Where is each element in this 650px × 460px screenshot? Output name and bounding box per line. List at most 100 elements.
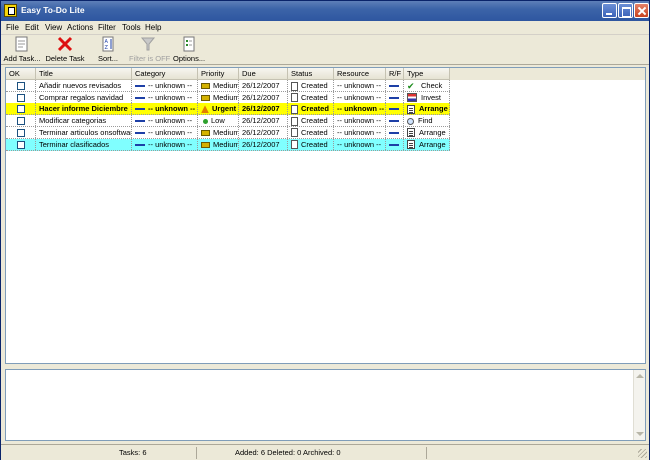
task-title-cell[interactable]: Hacer informe Diciembre <box>36 103 132 115</box>
task-status-cell[interactable]: Created <box>288 103 334 115</box>
task-priority-cell[interactable]: Urgent <box>198 103 239 115</box>
task-due-cell[interactable]: 26/12/2007 <box>239 115 288 127</box>
column-due[interactable]: Due <box>239 68 288 80</box>
task-ok-cell[interactable] <box>6 91 36 103</box>
task-title-cell[interactable]: Modificar categorias <box>36 115 132 127</box>
close-button[interactable] <box>634 3 649 18</box>
column-type[interactable]: Type <box>404 68 450 80</box>
task-ok-cell[interactable] <box>6 126 36 138</box>
resize-grip-icon[interactable] <box>638 449 647 458</box>
task-type-cell[interactable]: Invest <box>404 91 450 103</box>
notes-scrollbar[interactable] <box>633 370 645 440</box>
delete-task-button[interactable]: Delete Task <box>45 36 85 64</box>
task-resource-cell[interactable]: -- unknown -- <box>334 91 386 103</box>
task-due-cell[interactable]: 26/12/2007 <box>239 80 288 91</box>
notes-area[interactable] <box>5 369 646 441</box>
options-button[interactable]: Options... <box>173 36 205 64</box>
done-checkbox[interactable] <box>17 117 25 126</box>
task-due-cell[interactable]: 26/12/2007 <box>239 103 288 115</box>
task-ok-cell[interactable] <box>6 115 36 127</box>
task-resource-cell[interactable]: -- unknown -- <box>334 126 386 138</box>
title-bar[interactable]: Easy To-Do Lite <box>1 1 649 21</box>
task-priority-cell[interactable]: Low <box>198 115 239 127</box>
task-category-cell[interactable]: -- unknown -- <box>132 80 198 91</box>
done-checkbox[interactable] <box>17 140 25 149</box>
task-status-cell[interactable]: Created <box>288 115 334 127</box>
task-type-cell[interactable]: Arrange <box>404 138 450 150</box>
task-type-cell[interactable]: Find <box>404 115 450 127</box>
column-title[interactable]: Title <box>36 68 132 80</box>
column-rf[interactable]: R/F <box>386 68 404 80</box>
task-priority: Medium <box>213 81 239 90</box>
task-type-cell[interactable]: ✔ Check <box>404 80 450 91</box>
scroll-down-icon[interactable] <box>636 432 644 436</box>
menu-filter[interactable]: Filter <box>98 23 116 32</box>
task-rf-cell[interactable] <box>386 80 404 91</box>
task-row[interactable]: Modificar categorias -- unknown -- Low 26/1… <box>6 115 450 128</box>
filter-button[interactable]: Filter is OFF <box>129 36 170 64</box>
task-row[interactable]: Terminar articulos onsoftware -- unknown … <box>6 126 450 139</box>
task-type-cell[interactable]: Arrange <box>404 126 450 138</box>
task-category-cell[interactable]: -- unknown -- <box>132 91 198 103</box>
task-type-cell[interactable]: Arrange <box>404 103 450 115</box>
task-resource-cell[interactable]: -- unknown -- <box>334 103 386 115</box>
task-due-cell[interactable]: 26/12/2007 <box>239 138 288 150</box>
add-task-button[interactable]: Add Task... <box>3 36 41 64</box>
menu-edit[interactable]: Edit <box>25 23 39 32</box>
task-category-cell[interactable]: -- unknown -- <box>132 126 198 138</box>
column-status[interactable]: Status <box>288 68 334 80</box>
task-resource-cell[interactable]: -- unknown -- <box>334 115 386 127</box>
task-row[interactable]: Hacer informe Diciembre -- unknown -- Urge… <box>6 103 450 116</box>
task-priority-cell[interactable]: Medium <box>198 91 239 103</box>
task-title-cell[interactable]: Añadir nuevos revisados <box>36 80 132 91</box>
task-priority-cell[interactable]: Medium <box>198 126 239 138</box>
task-row[interactable]: Terminar clasificados -- unknown -- Medium… <box>6 138 450 151</box>
menu-view[interactable]: View <box>45 23 62 32</box>
column-resource[interactable]: Resource <box>334 68 386 80</box>
task-row[interactable]: Añadir nuevos revisados -- unknown -- Medi… <box>6 80 450 92</box>
task-title-cell[interactable]: Terminar articulos onsoftware <box>36 126 132 138</box>
task-rf-cell[interactable] <box>386 103 404 115</box>
menu-help[interactable]: Help <box>145 23 161 32</box>
task-ok-cell[interactable] <box>6 138 36 150</box>
task-rf-cell[interactable] <box>386 138 404 150</box>
task-rf-cell[interactable] <box>386 91 404 103</box>
done-checkbox[interactable] <box>17 82 25 90</box>
minimize-button[interactable] <box>602 3 617 18</box>
menu-tools[interactable]: Tools <box>122 23 141 32</box>
task-category-cell[interactable]: -- unknown -- <box>132 115 198 127</box>
task-due-cell[interactable]: 26/12/2007 <box>239 126 288 138</box>
task-status-cell[interactable]: Created <box>288 80 334 91</box>
task-ok-cell[interactable] <box>6 103 36 115</box>
task-ok-cell[interactable] <box>6 80 36 91</box>
task-rf-cell[interactable] <box>386 126 404 138</box>
task-resource-cell[interactable]: -- unknown -- <box>334 80 386 91</box>
task-priority-cell[interactable]: Medium <box>198 80 239 91</box>
task-status-cell[interactable]: Created <box>288 126 334 138</box>
sort-button[interactable]: AZ Sort... <box>95 36 121 64</box>
task-priority-cell[interactable]: Medium <box>198 138 239 150</box>
task-row[interactable]: Comprar regalos navidad -- unknown -- Medi… <box>6 91 450 104</box>
maximize-button[interactable] <box>618 3 633 18</box>
done-checkbox[interactable] <box>17 93 25 102</box>
rf-dash-icon <box>389 131 399 134</box>
task-title-cell[interactable]: Terminar clasificados <box>36 138 132 150</box>
menu-file[interactable]: File <box>6 23 19 32</box>
column-priority[interactable]: Priority <box>198 68 239 80</box>
done-checkbox[interactable] <box>17 105 25 114</box>
task-resource-cell[interactable]: -- unknown -- <box>334 138 386 150</box>
task-category-cell[interactable]: -- unknown -- <box>132 103 198 115</box>
task-priority: Urgent <box>212 104 237 114</box>
task-rf-cell[interactable] <box>386 115 404 127</box>
done-checkbox[interactable] <box>17 128 25 137</box>
task-status-cell[interactable]: Created <box>288 138 334 150</box>
task-category: -- unknown -- <box>148 116 193 126</box>
task-due-cell[interactable]: 26/12/2007 <box>239 91 288 103</box>
menu-actions[interactable]: Actions <box>67 23 93 32</box>
task-category-cell[interactable]: -- unknown -- <box>132 138 198 150</box>
scroll-up-icon[interactable] <box>636 374 644 378</box>
column-category[interactable]: Category <box>132 68 198 80</box>
column-ok[interactable]: OK <box>6 68 36 80</box>
task-status-cell[interactable]: Created <box>288 91 334 103</box>
task-title-cell[interactable]: Comprar regalos navidad <box>36 91 132 103</box>
